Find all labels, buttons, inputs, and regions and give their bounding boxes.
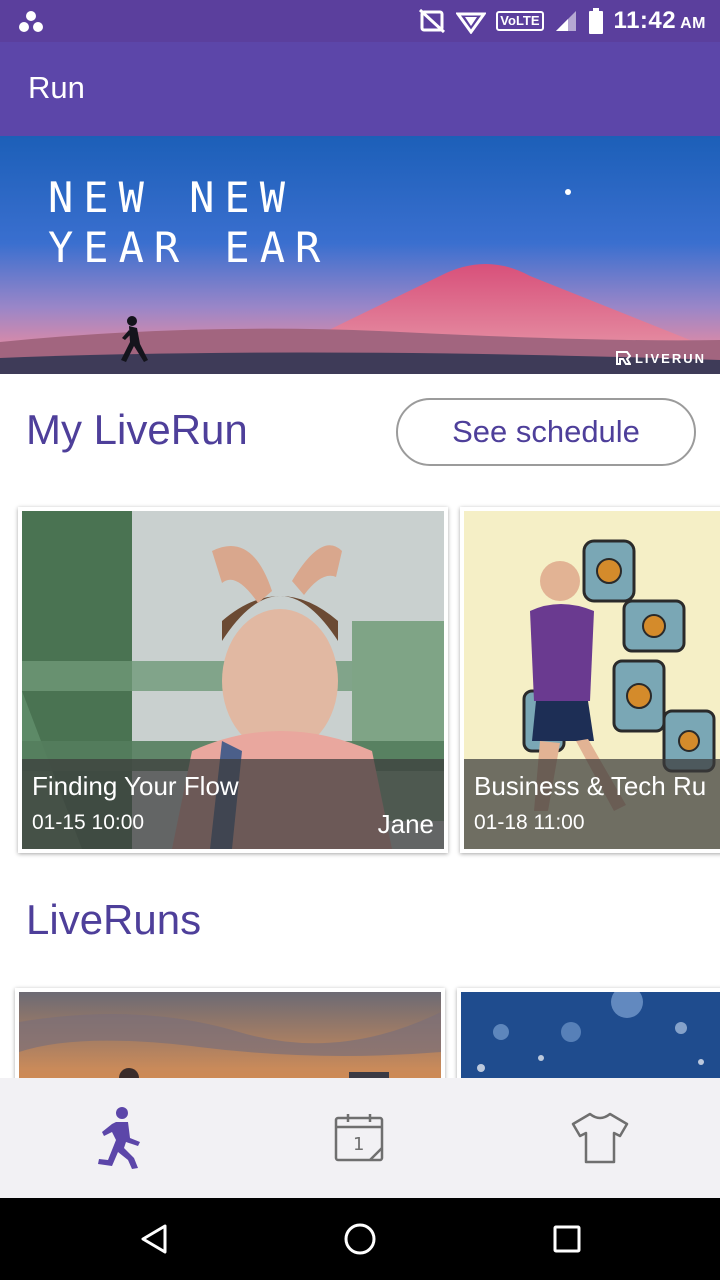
- battery-icon: [588, 8, 603, 34]
- card-datetime: 01-15 10:00: [32, 811, 145, 834]
- card-datetime: 01-18 11:00: [474, 811, 585, 834]
- card-info: Finding Your Flow 01-15 10:00 Jane: [22, 759, 444, 849]
- system-navigation-bar: [0, 1198, 720, 1280]
- recents-square-icon: [553, 1225, 581, 1253]
- recents-button[interactable]: [507, 1198, 627, 1280]
- card-photo: Finding Your Flow 01-15 10:00 Jane: [22, 511, 444, 849]
- banner-artwork: NEW NEW YEAR EAR: [0, 136, 720, 374]
- hotspot-icon: [456, 12, 487, 34]
- promo-banner[interactable]: NEW NEW YEAR EAR LIVERUN: [0, 136, 720, 374]
- volte-icon: VoLTE: [496, 11, 544, 31]
- no-sim-icon: [419, 8, 446, 34]
- nav-shop-tab[interactable]: [480, 1078, 720, 1198]
- calendar-icon: 1: [334, 1114, 384, 1162]
- clock: 11:42 AM: [613, 7, 706, 34]
- home-circle-icon: [344, 1223, 376, 1255]
- svg-text:YEAR EAR: YEAR EAR: [48, 223, 330, 272]
- back-button[interactable]: [94, 1198, 214, 1280]
- app-dots-icon: [19, 11, 43, 32]
- nav-schedule-tab[interactable]: 1: [240, 1078, 480, 1198]
- page-title: Run: [28, 70, 85, 105]
- home-button[interactable]: [300, 1198, 420, 1280]
- liverun-logo-icon: [615, 351, 631, 365]
- liverun-card[interactable]: Business & Tech Ru 01-18 11:00: [460, 507, 720, 853]
- status-bar: VoLTE 11:42 AM: [0, 0, 720, 42]
- banner-headline: NEW NEW YEAR EAR: [48, 173, 330, 272]
- liverun-card[interactable]: Finding Your Flow 01-15 10:00 Jane: [18, 507, 448, 853]
- card-info: Business & Tech Ru 01-18 11:00: [464, 759, 720, 849]
- svg-text:1: 1: [353, 1134, 364, 1155]
- card-title: Finding Your Flow: [32, 771, 239, 801]
- nav-run-tab[interactable]: [0, 1078, 240, 1198]
- banner-brand: LIVERUN: [615, 350, 706, 366]
- app-bar: Run: [0, 42, 720, 136]
- back-triangle-icon: [141, 1224, 167, 1254]
- liveruns-heading: LiveRuns: [26, 896, 202, 943]
- signal-icon: [555, 11, 576, 31]
- svg-text:NEW NEW: NEW NEW: [48, 173, 295, 222]
- my-liverun-heading: My LiveRun: [26, 406, 248, 453]
- see-schedule-button[interactable]: See schedule: [396, 398, 696, 466]
- runner-icon: [98, 1107, 140, 1169]
- card-title: Business & Tech Ru: [474, 771, 707, 801]
- tshirt-icon: [571, 1112, 629, 1164]
- card-photo: Business & Tech Ru 01-18 11:00: [464, 511, 720, 849]
- card-host: Jane: [377, 809, 434, 839]
- bottom-navigation: 1: [0, 1078, 720, 1198]
